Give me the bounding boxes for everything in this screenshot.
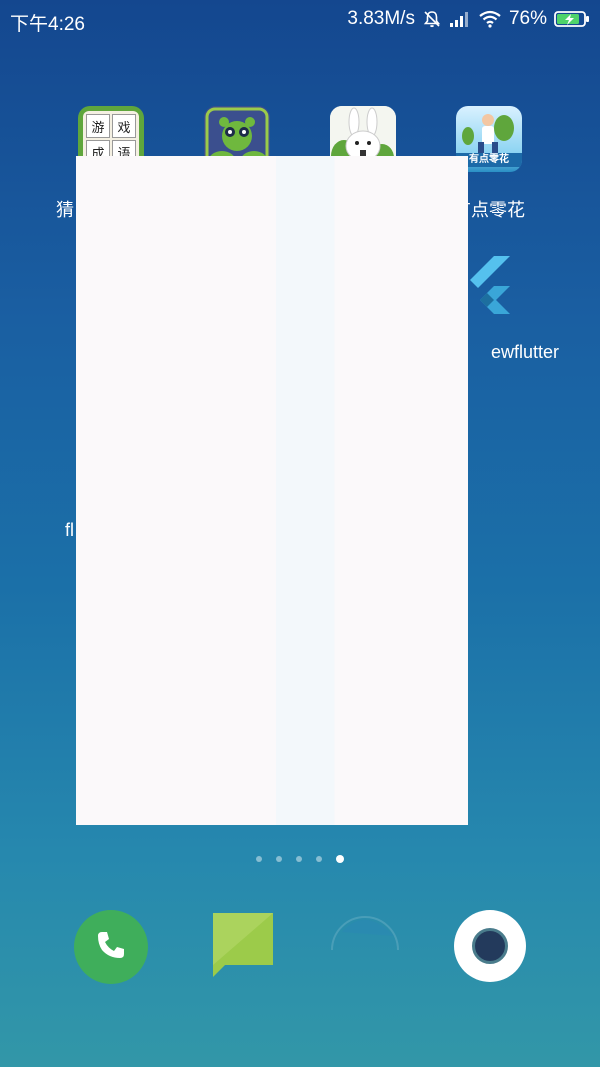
- status-time: 下午4:26: [10, 14, 85, 35]
- app-launch-overlay: [76, 156, 468, 825]
- signal-icon: [449, 10, 471, 28]
- page-dot-active: [336, 855, 344, 863]
- network-speed: 3.83M/s: [347, 8, 415, 29]
- camera-icon: [472, 928, 508, 964]
- page-dot: [296, 856, 302, 862]
- message-icon: [211, 911, 275, 984]
- dock-messages-button[interactable]: [206, 910, 280, 984]
- status-bar: 下午4:26 3.83M/s 76%: [0, 0, 600, 40]
- idiom-tile: 戏: [112, 114, 136, 138]
- wifi-icon: [478, 10, 502, 28]
- idiom-tile: 游: [86, 114, 110, 138]
- dock-phone-button[interactable]: [74, 910, 148, 984]
- page-dot: [256, 856, 262, 862]
- page-indicator[interactable]: [0, 855, 600, 863]
- battery-percent: 76%: [508, 8, 547, 29]
- dock-camera-button[interactable]: [454, 910, 526, 982]
- mute-icon: [422, 9, 442, 29]
- page-dot: [276, 856, 282, 862]
- page-dot: [316, 856, 322, 862]
- status-indicators: 3.83M/s 76%: [347, 8, 590, 30]
- dock-browser-button[interactable]: [328, 910, 402, 984]
- browser-icon: [328, 916, 402, 988]
- battery-charging-icon: [554, 10, 590, 28]
- phone-icon: [94, 928, 128, 967]
